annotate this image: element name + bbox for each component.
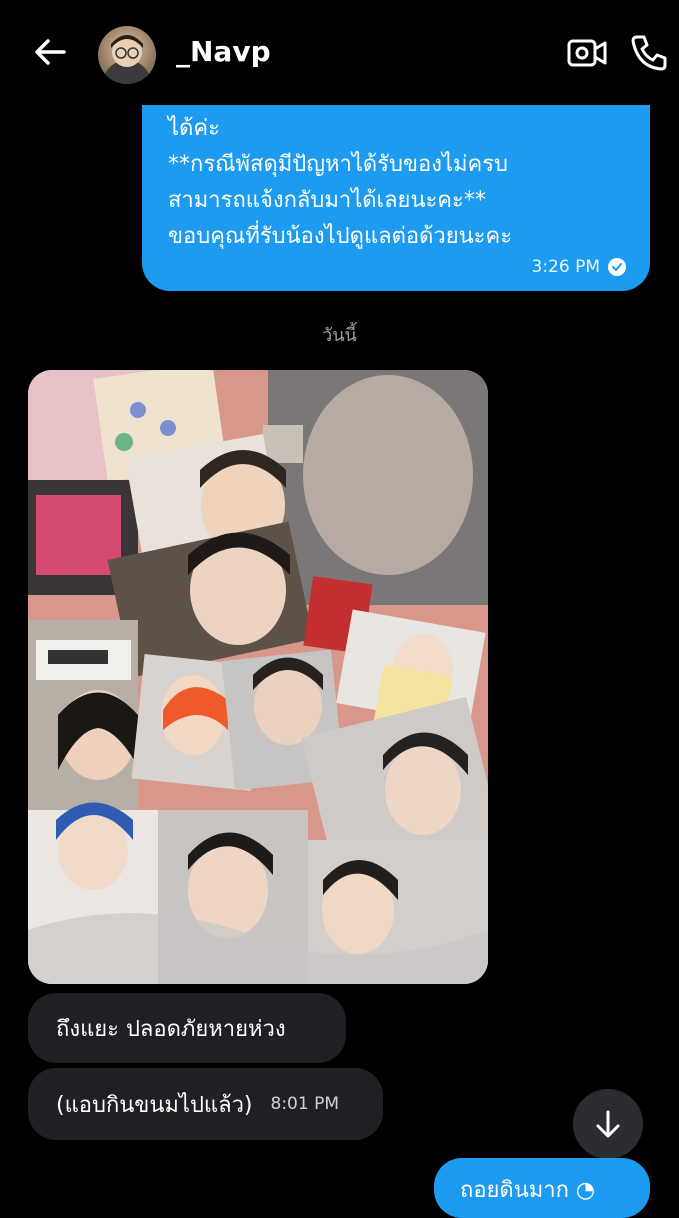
avatar[interactable]	[98, 26, 156, 84]
photo-message[interactable]	[28, 370, 488, 984]
arrow-down-icon	[596, 1110, 620, 1138]
contact-name[interactable]: _Navp	[176, 35, 271, 68]
back-button[interactable]	[28, 30, 72, 74]
message-text: ถึงแยะ ปลอดภัยหายห่วง	[56, 1016, 286, 1042]
day-separator: วันนี้	[322, 325, 357, 346]
phone-icon	[631, 35, 667, 71]
video-call-button[interactable]	[566, 34, 608, 72]
photo-image	[28, 370, 488, 984]
outgoing-message-bubble[interactable]: ได้ค่ะ **กรณีพัสดุมีปัญหาได้รับของไม่ครบ…	[142, 105, 650, 291]
arrow-left-icon	[35, 39, 66, 65]
read-check-icon	[608, 258, 626, 276]
outgoing-message-bubble-partial[interactable]: ถอยดินมาก ◔	[434, 1158, 650, 1218]
message-text: (แอบกินขนมไปแล้ว)	[56, 1092, 253, 1118]
message-line: ได้ค่ะ	[168, 116, 220, 141]
avatar-image	[103, 35, 151, 84]
message-time: 8:01 PM	[270, 1094, 340, 1114]
message-line: สามารถแจ้งกลับมาได้เลยนะคะ￼**	[168, 188, 486, 213]
voice-call-button[interactable]	[628, 32, 670, 74]
scroll-to-bottom-button[interactable]	[573, 1089, 643, 1159]
incoming-message-bubble[interactable]: ถึงแยะ ปลอดภัยหายห่วง	[28, 993, 346, 1063]
message-time: 3:26 PM	[531, 257, 601, 277]
video-camera-icon	[567, 39, 607, 67]
chat-header: _Navp	[0, 0, 679, 105]
message-line: ขอบคุณที่รับน้องไปดูแลต่อด้วยนะคะ￼￼	[168, 224, 513, 249]
message-text: ถอยดินมาก ◔	[460, 1178, 596, 1203]
message-line: **กรณีพัสดุมีปัญหาได้รับของไม่ครบ	[168, 152, 509, 177]
incoming-message-bubble[interactable]: (แอบกินขนมไปแล้ว) 8:01 PM	[28, 1068, 383, 1140]
message-meta: 3:26 PM	[531, 257, 626, 277]
